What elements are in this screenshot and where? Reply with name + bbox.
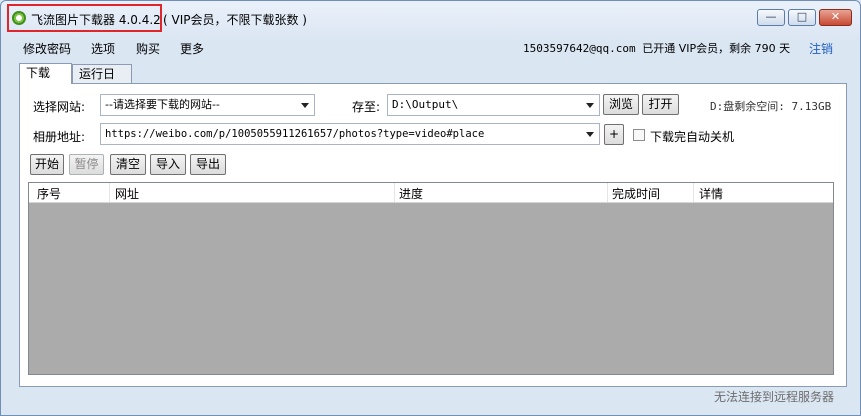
- account-email: 1503597642@qq.com: [523, 42, 636, 55]
- task-list[interactable]: 序号 网址 进度 完成时间 详情: [28, 182, 834, 375]
- close-button[interactable]: ✕: [819, 9, 852, 26]
- save-path-value: D:\Output\: [392, 98, 459, 111]
- tab-download[interactable]: 下载: [19, 63, 72, 84]
- clear-button[interactable]: 清空: [110, 154, 146, 175]
- open-button[interactable]: 打开: [642, 94, 679, 115]
- import-button[interactable]: 导入: [150, 154, 186, 175]
- maximize-button[interactable]: □: [788, 9, 816, 26]
- window-title: 飞流图片下载器 4.0.4.2: [31, 13, 161, 27]
- browse-button[interactable]: 浏览: [603, 94, 639, 115]
- status-message: 无法连接到远程服务器: [713, 390, 834, 404]
- menu-buy[interactable]: 购买: [136, 40, 160, 57]
- save-path-select[interactable]: D:\Output\: [387, 94, 600, 116]
- title-bar: 飞流图片下载器 4.0.4.2 ( VIP会员，不限下载张数 ) — □ ✕: [1, 1, 860, 35]
- export-button[interactable]: 导出: [190, 154, 226, 175]
- app-logo-icon: [12, 11, 26, 25]
- logout-link[interactable]: 注销: [809, 40, 833, 57]
- disk-space-text: D:盘剩余空间: 7.13GB: [710, 100, 832, 113]
- chevron-down-icon: [301, 103, 309, 108]
- menu-options[interactable]: 选项: [91, 40, 115, 57]
- site-label: 选择网站:: [33, 100, 86, 114]
- column-divider[interactable]: [693, 183, 694, 202]
- add-url-button[interactable]: +: [604, 124, 624, 145]
- column-header-url[interactable]: 网址: [115, 185, 139, 202]
- window-subtitle: ( VIP会员，不限下载张数 ): [163, 13, 307, 27]
- pause-button[interactable]: 暂停: [69, 154, 104, 175]
- app-window: 飞流图片下载器 4.0.4.2 ( VIP会员，不限下载张数 ) — □ ✕ 修…: [0, 0, 861, 416]
- task-list-header: 序号 网址 进度 完成时间 详情: [29, 183, 833, 203]
- album-url-select[interactable]: https://weibo.com/p/1005055911261657/pho…: [100, 123, 600, 145]
- column-divider[interactable]: [394, 183, 395, 202]
- auto-shutdown-checkbox[interactable]: [633, 129, 645, 141]
- column-divider[interactable]: [109, 183, 110, 202]
- menu-more[interactable]: 更多: [180, 40, 204, 57]
- auto-shutdown-label: 下载完自动关机: [650, 130, 735, 144]
- column-header-details[interactable]: 详情: [699, 185, 723, 202]
- account-status: 已开通 VIP会员，剩余 790 天: [642, 42, 791, 55]
- menu-bar: 修改密码 选项 购买 更多 1503597642@qq.com 已开通 VIP会…: [1, 35, 860, 57]
- column-divider[interactable]: [607, 183, 608, 202]
- save-label: 存至:: [352, 100, 381, 114]
- column-header-progress[interactable]: 进度: [399, 185, 423, 202]
- start-button[interactable]: 开始: [30, 154, 64, 175]
- column-header-index[interactable]: 序号: [37, 185, 61, 202]
- account-info: 1503597642@qq.com 已开通 VIP会员，剩余 790 天: [523, 40, 790, 56]
- chevron-down-icon: [586, 132, 594, 137]
- album-label: 相册地址:: [33, 130, 86, 144]
- site-select-value: --请选择要下载的网站--: [105, 98, 220, 111]
- site-select[interactable]: --请选择要下载的网站--: [100, 94, 315, 116]
- chevron-down-icon: [586, 103, 594, 108]
- menu-change-password[interactable]: 修改密码: [23, 40, 71, 57]
- tab-run-log[interactable]: 运行日志: [72, 64, 132, 99]
- column-header-finish-time[interactable]: 完成时间: [612, 185, 660, 202]
- minimize-button[interactable]: —: [757, 9, 785, 26]
- album-url-value: https://weibo.com/p/1005055911261657/pho…: [105, 128, 485, 140]
